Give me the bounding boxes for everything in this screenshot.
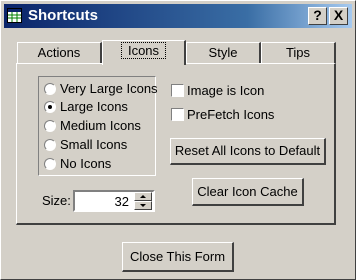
arrow-down-icon [140, 204, 146, 207]
radio-selected-dot [48, 105, 52, 109]
size-label: Size: [42, 193, 71, 208]
checkbox-box[interactable] [171, 108, 184, 121]
tab-actions[interactable]: Actions [17, 42, 102, 64]
tab-tips[interactable]: Tips [261, 42, 336, 64]
title-bar[interactable]: Shortcuts ? X [4, 4, 352, 28]
table-icon [7, 8, 22, 23]
spin-up-button[interactable] [134, 192, 152, 201]
radio-circle[interactable] [44, 139, 56, 151]
tab-style[interactable]: Style [186, 42, 261, 64]
radio-circle[interactable] [44, 158, 56, 170]
close-button[interactable]: X [329, 7, 348, 25]
clear-icon-cache-button[interactable]: Clear Icon Cache [192, 178, 304, 206]
radio-circle[interactable] [44, 101, 56, 113]
help-button[interactable]: ? [308, 7, 327, 25]
spin-down-button[interactable] [134, 201, 152, 210]
tab-icons[interactable]: Icons [102, 40, 186, 65]
reset-all-icons-button[interactable]: Reset All Icons to Default [170, 138, 326, 165]
close-form-button[interactable]: Close This Form [122, 242, 234, 272]
window-title: Shortcuts [28, 7, 99, 24]
radio-circle[interactable] [44, 83, 56, 95]
size-spinner[interactable]: 32 [73, 190, 155, 212]
radio-circle[interactable] [44, 120, 56, 132]
size-input[interactable]: 32 [115, 194, 129, 209]
checkbox-box[interactable] [171, 84, 184, 97]
arrow-up-icon [140, 195, 146, 198]
